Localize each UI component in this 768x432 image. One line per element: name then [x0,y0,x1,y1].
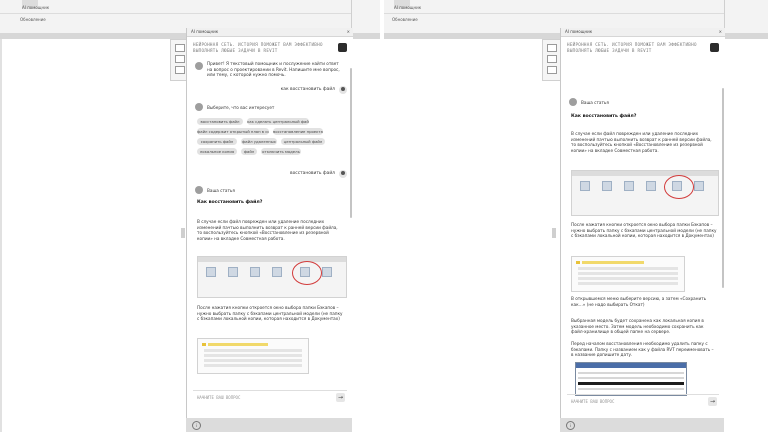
orbit-icon[interactable] [175,66,185,74]
assistant-panel: AI помощник × НЕЙРОННАЯ СЕТЬ. ИСТОРИЯ ПО… [186,28,353,432]
tab-update[interactable]: Обновление [20,17,46,22]
article-para-3: В открывшемся меню выберите версию, а за… [571,296,707,307]
user-query-2: восстановить файл [290,171,335,176]
footer-bar: i [560,418,724,432]
chat-scrollbar[interactable] [350,68,352,218]
info-icon[interactable]: i [566,421,575,430]
pan-icon[interactable] [175,55,185,63]
chip-file[interactable]: файл [241,148,257,155]
chip-restore-file[interactable]: восстановить файл [197,118,243,125]
article-para-4: Выбранная модель будет сохранена как лок… [571,318,704,335]
article-para-2: После нажатия кнопки откроется окно выбо… [571,222,717,239]
chip-detach-model[interactable]: отключить модель [261,148,301,155]
bot-avatar [195,103,203,111]
dialog-screenshot [575,362,687,396]
ribbon-divider [384,13,724,14]
view-tools[interactable] [542,39,562,81]
close-icon[interactable]: × [719,28,722,36]
answer-label: Ваша статья [581,100,609,105]
pan-icon[interactable] [547,55,557,63]
folder-screenshot [571,256,685,292]
chip-deleted-file[interactable]: файл удаленных [241,138,277,145]
bot-avatar [195,62,203,70]
bot-avatar [569,98,577,106]
greeting-text: Привет! Я текстовый помощник и послужени… [207,61,340,78]
footer-bar: i [186,418,352,432]
question-input[interactable]: НАЧНИТЕ ВАШ ВОПРОС [197,395,240,400]
zoom-icon[interactable] [547,44,557,52]
arrow-right-icon[interactable]: → [336,393,345,402]
assistant-title: AI помощник [191,29,219,34]
panel-splitter[interactable] [181,228,185,238]
article-para-1: В случае если файл поврежден или удалени… [197,219,338,241]
article-title: Как восстановить файл? [571,114,637,119]
close-icon[interactable]: × [347,28,350,36]
ribbon-screenshot [197,256,347,298]
chip-central[interactable]: центральный файл [281,138,325,145]
article-title: Как восстановить файл? [197,200,263,205]
chip-project-restore[interactable]: восстановление проекта [273,128,323,135]
banner-text: НЕЙРОННАЯ СЕТЬ. ИСТОРИЯ ПОМОЖЕТ ВАМ ЭФФЕ… [193,42,323,53]
left-window: AI помощник Обновление AI помощник × НЕЙ… [0,0,384,432]
orbit-icon[interactable] [547,66,557,74]
chip-open-plan[interactable]: файл содержит открытый план в синхр [197,128,269,135]
user-avatar [339,170,347,178]
help-label[interactable]: AI помощник [22,5,49,10]
bot-avatar [195,186,203,194]
user-query-1: как восстановить файл [280,87,335,92]
user-avatar [339,86,347,94]
input-bar: НАЧНИТЕ ВАШ ВОПРОС → [567,394,719,409]
zoom-icon[interactable] [175,44,185,52]
right-window: AI помощник Обновление AI помощник × НЕЙ… [384,0,768,432]
article-para-2: После нажатия кнопки откроется окно выбо… [197,305,343,322]
article-para-5: Перед началом восстановления необходимо … [571,341,714,358]
assistant-header: AI помощник × [561,28,725,37]
input-bar: НАЧНИТЕ ВАШ ВОПРОС → [193,390,347,405]
left-edge [0,39,2,432]
folder-screenshot [197,338,309,374]
chat-bubble-icon[interactable] [338,43,347,52]
assistant-panel: AI помощник × НЕЙРОННАЯ СЕТЬ. ИСТОРИЯ ПО… [560,28,725,432]
arrow-right-icon[interactable]: → [708,397,717,406]
chip-central-file[interactable]: как сделать центральный файл [247,118,309,125]
assistant-title: AI помощник [565,29,593,34]
article-para-1: В случае если файл поврежден или удалени… [571,131,712,153]
chip-local-copy[interactable]: локальное копия [197,148,237,155]
question-input[interactable]: НАЧНИТЕ ВАШ ВОПРОС [571,399,614,404]
assistant-header: AI помощник × [187,28,353,37]
choose-prompt: Выберите, что вас интересует [207,105,275,110]
banner-text: НЕЙРОННАЯ СЕТЬ. ИСТОРИЯ ПОМОЖЕТ ВАМ ЭФФЕ… [567,42,697,53]
chip-save-file[interactable]: сохранить файл [197,138,237,145]
info-icon[interactable]: i [192,421,201,430]
panel-splitter[interactable] [552,228,556,238]
chat-bubble-icon[interactable] [710,43,719,52]
help-label[interactable]: AI помощник [394,5,421,10]
answer-label: Ваша статья [207,188,235,193]
ribbon-screenshot [571,170,719,216]
ribbon-divider [0,13,352,14]
chat-scrollbar[interactable] [722,88,724,288]
tab-update[interactable]: Обновление [392,17,418,22]
